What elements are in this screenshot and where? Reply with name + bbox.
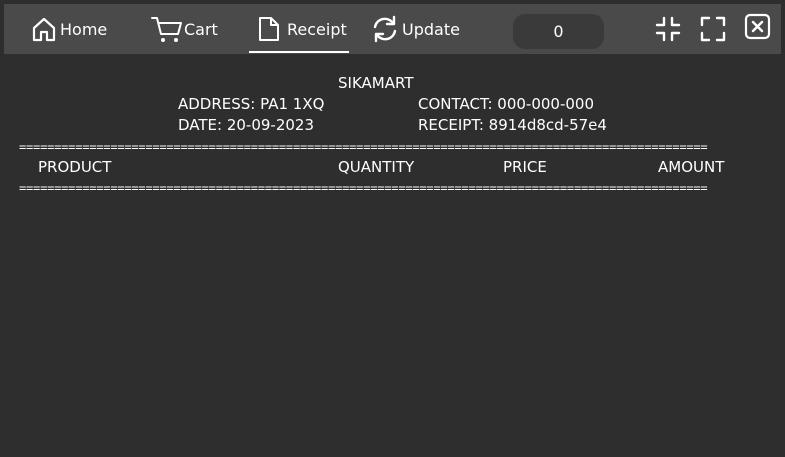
column-header-price: PRICE <box>503 158 547 176</box>
divider-bottom: ========================================… <box>19 181 708 195</box>
receipt-button[interactable]: Receipt <box>257 4 347 54</box>
cart-icon <box>150 14 184 44</box>
column-header-amount: AMOUNT <box>658 158 725 176</box>
home-label: Home <box>60 19 108 39</box>
store-contact: CONTACT: 000-000-000 <box>418 95 595 113</box>
refresh-icon <box>370 14 400 44</box>
top-toolbar: Home Cart Receipt Update 0 <box>4 4 781 54</box>
store-name: SIKAMART <box>338 74 414 92</box>
expand-icon[interactable] <box>700 16 726 46</box>
receipt-date: DATE: 20-09-2023 <box>178 116 315 134</box>
receipt-panel: SIKAMART ADDRESS: PA1 1XQ CONTACT: 000-0… <box>0 54 785 457</box>
cart-label: Cart <box>184 19 218 39</box>
compress-icon[interactable] <box>655 16 681 46</box>
home-button[interactable]: Home <box>30 4 107 54</box>
update-button[interactable]: Update <box>370 4 460 54</box>
cart-button[interactable]: Cart <box>150 4 218 54</box>
divider-top: ========================================… <box>19 140 708 154</box>
store-address: ADDRESS: PA1 1XQ <box>178 95 325 113</box>
document-icon <box>257 15 281 43</box>
receipt-label: Receipt <box>287 19 347 39</box>
column-header-quantity: QUANTITY <box>338 158 415 176</box>
pos-window: Home Cart Receipt Update 0 SIKAMART ADDR… <box>0 0 785 457</box>
home-icon <box>30 15 58 43</box>
update-label: Update <box>402 19 460 39</box>
cart-count-display: 0 <box>513 14 604 49</box>
receipt-id: RECEIPT: 8914d8cd-57e4 <box>418 116 607 134</box>
active-tab-indicator <box>249 51 349 53</box>
column-header-product: PRODUCT <box>38 158 112 176</box>
close-icon[interactable] <box>744 13 772 45</box>
